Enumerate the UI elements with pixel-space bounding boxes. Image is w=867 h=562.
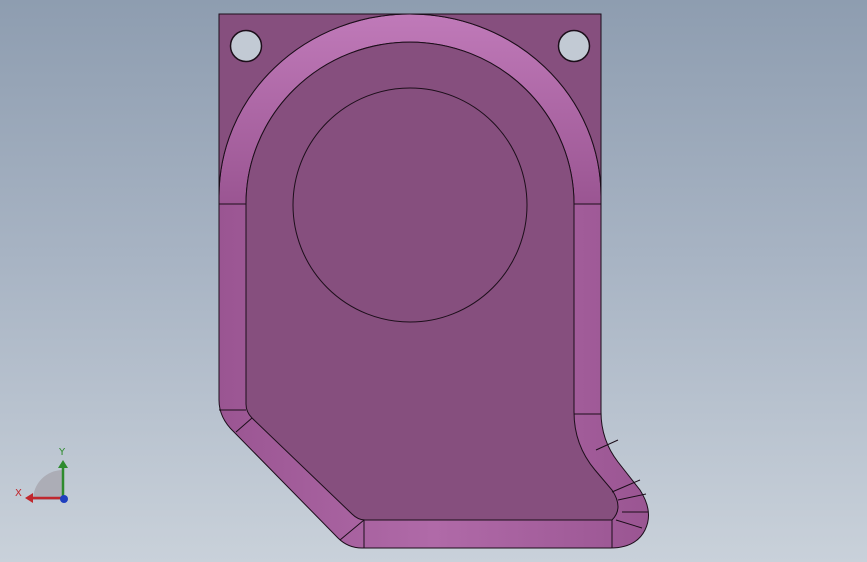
part-model[interactable]: Y X: [0, 0, 867, 562]
triad-y-label: Y: [58, 447, 66, 458]
triad-x-arrow-icon: [25, 493, 33, 503]
graphics-viewport[interactable]: Y X: [0, 0, 867, 562]
triad-z-axis-icon: [60, 495, 68, 503]
mounting-hole-left: [229, 29, 263, 63]
mounting-hole-right: [557, 29, 591, 63]
reference-triad: Y X: [15, 447, 68, 503]
large-circle-feature: [292, 87, 528, 323]
triad-y-arrow-icon: [58, 460, 68, 468]
triad-plane-icon: [33, 470, 63, 500]
triad-x-label: X: [15, 488, 22, 499]
